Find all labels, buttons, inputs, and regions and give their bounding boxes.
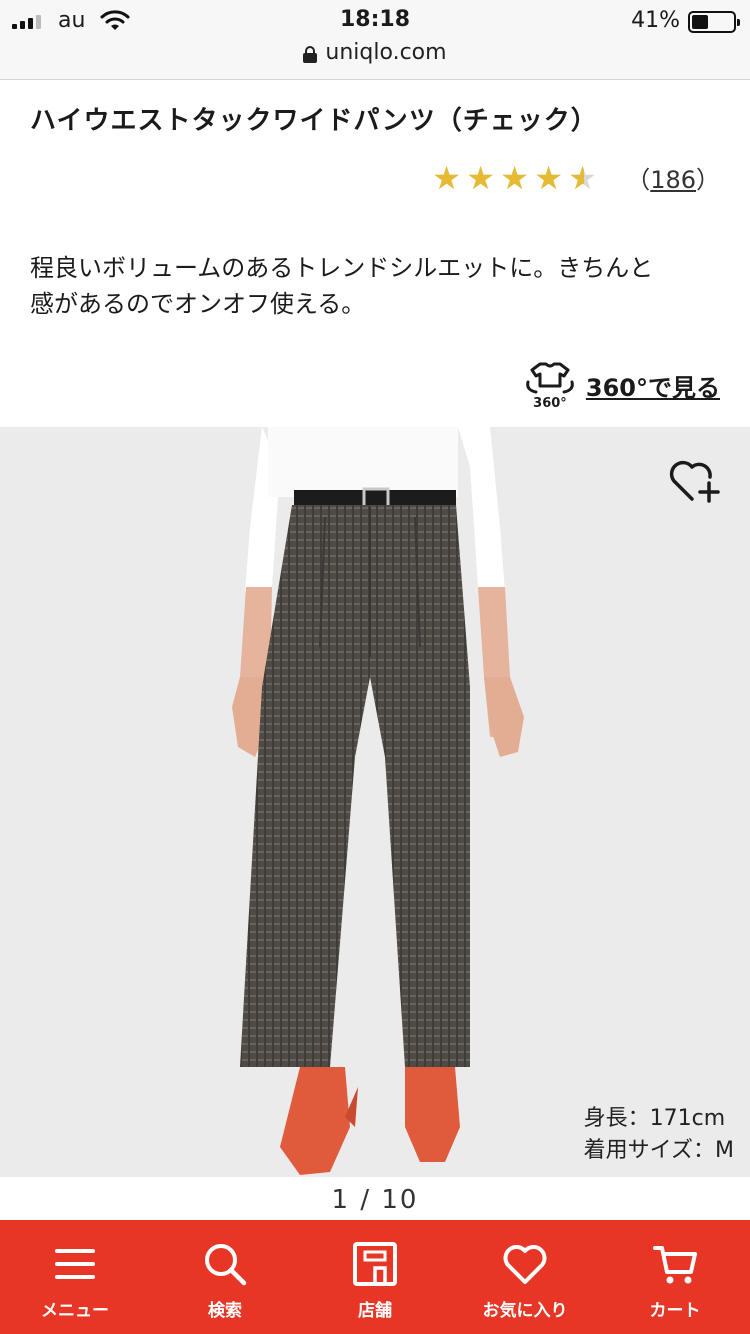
review-count-close: ） — [696, 166, 720, 194]
description-line: 感があるのでオンオフ使える。 — [30, 290, 366, 318]
url-text: uniqlo.com — [325, 40, 447, 65]
search-icon — [205, 1244, 247, 1286]
battery-level — [692, 15, 709, 29]
nav-menu[interactable]: メニュー — [0, 1220, 150, 1334]
image-pager: 1 / 10 — [331, 1185, 419, 1215]
review-count-link[interactable]: （186） — [626, 160, 720, 195]
rating-row[interactable]: ★ ★ ★ ★ ★ ★ ★ ★ ★ ★ （186） — [432, 160, 720, 195]
star-icon: ★ ★ — [432, 158, 461, 197]
star-icon: ★ ★ — [568, 158, 597, 197]
heart-icon — [503, 1245, 547, 1284]
nav-store[interactable]: 店舗 — [300, 1220, 450, 1334]
star-icon: ★ ★ — [500, 158, 529, 197]
view-360-link[interactable]: 360° 360°で見る — [524, 360, 720, 410]
nav-cart-label: カート — [649, 1301, 701, 1321]
star-icon: ★ ★ — [466, 158, 495, 197]
view-360-label: 360°で見る — [585, 373, 720, 402]
rating-stars: ★ ★ ★ ★ ★ ★ ★ ★ ★ ★ — [432, 162, 600, 194]
nav-menu-label: メニュー — [41, 1301, 109, 1321]
address-bar[interactable]: uniqlo.com — [0, 40, 750, 65]
product-image-carousel[interactable]: 身長：171cm 着用サイズ：M — [0, 427, 750, 1177]
nav-search[interactable]: 検索 — [150, 1220, 300, 1334]
description-line: 程良いボリュームのあるトレンドシルエットに。きちんと — [30, 254, 654, 282]
nav-favorites-label: お気に入り — [482, 1301, 568, 1321]
add-to-wishlist-icon[interactable] — [668, 455, 722, 505]
nav-favorites[interactable]: お気に入り — [450, 1220, 600, 1334]
nav-search-label: 検索 — [208, 1301, 242, 1321]
model-size: 着用サイズ：M — [583, 1138, 734, 1163]
nav-cart[interactable]: カート — [600, 1220, 750, 1334]
review-count-open: （ — [626, 166, 651, 194]
store-icon — [353, 1242, 397, 1286]
rotate-360-icon: 360° — [526, 362, 574, 410]
product-title: ハイウエストタックワイドパンツ（チェック） — [30, 106, 598, 136]
nav-store-label: 店舗 — [358, 1301, 392, 1321]
bottom-nav: メニュー 検索 店舗 お気に入り カート — [0, 1220, 750, 1334]
model-info: 身長：171cm 着用サイズ：M — [584, 1103, 734, 1167]
product-photo — [232, 427, 524, 1175]
product-description: 程良いボリュームのあるトレンドシルエットに。きちんと 感があるのでオンオフ使える… — [30, 250, 720, 322]
star-icon: ★ ★ — [534, 158, 563, 197]
status-bar: au 18:18 41% uniqlo.com — [0, 0, 750, 80]
battery-percent: 41% — [631, 8, 680, 33]
cart-icon — [653, 1246, 697, 1284]
model-height: 身長：171cm — [583, 1106, 726, 1131]
review-count: 186 — [650, 166, 696, 194]
battery-icon — [688, 11, 740, 33]
lock-icon — [303, 45, 318, 63]
menu-icon — [55, 1249, 95, 1279]
rotate-360-icon-text: 360° — [533, 396, 567, 410]
